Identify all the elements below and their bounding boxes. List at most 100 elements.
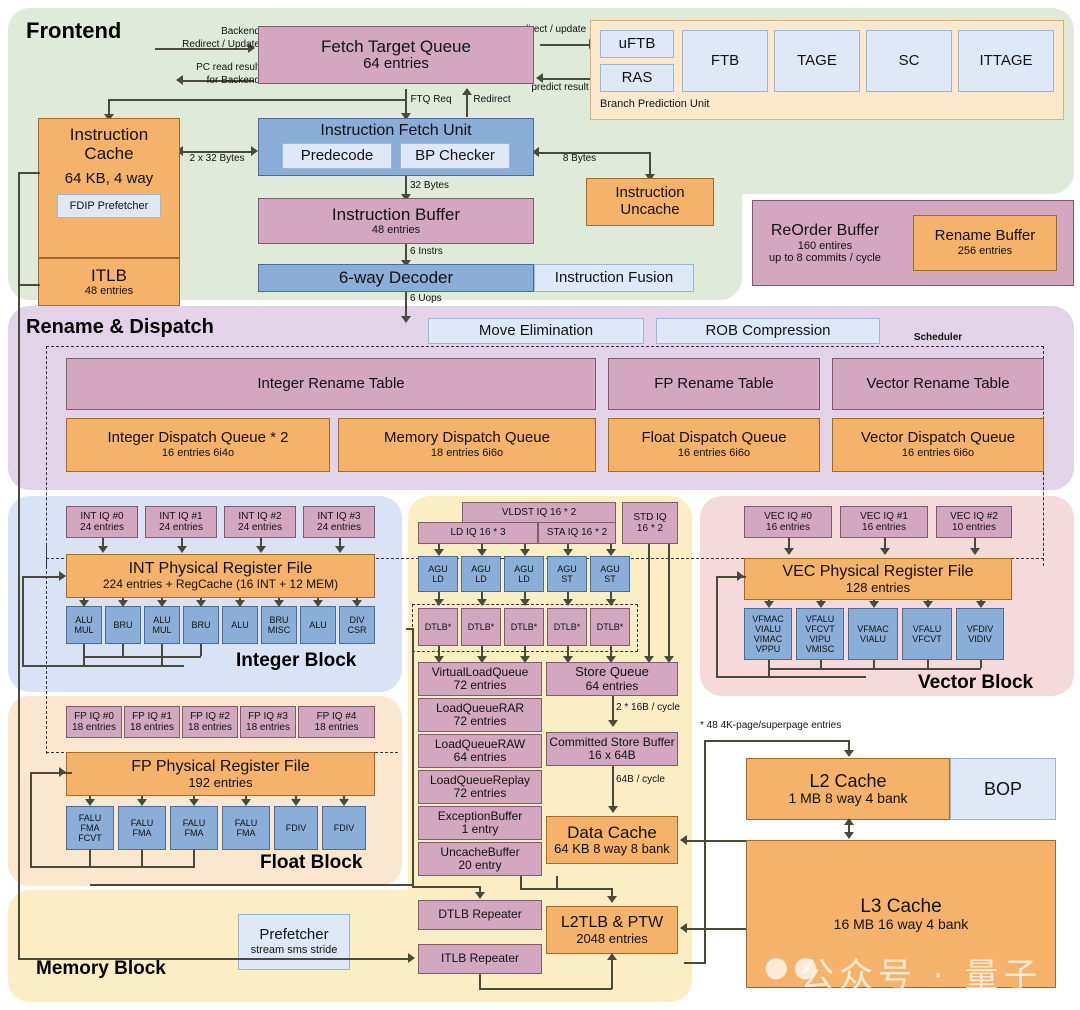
vec-iq-0-label: VEC IQ #0	[764, 510, 812, 522]
vec-exec-unit-4[interactable]: VFDIV VIDIV	[956, 608, 1004, 660]
int-exec-unit-4[interactable]: ALU	[222, 606, 258, 644]
uncache-buffer[interactable]: UncacheBuffer 20 entry	[418, 842, 542, 876]
dtlb-4[interactable]: DTLB*	[590, 608, 630, 646]
fp-exec-unit-2[interactable]: FALU FMA	[170, 806, 218, 850]
fp-iq-2[interactable]: FP IQ #2 18 entries	[182, 706, 238, 738]
fp-exec-unit-5[interactable]: FDIV	[322, 806, 366, 850]
dtlb-3[interactable]: DTLB*	[547, 608, 587, 646]
int-iq-0[interactable]: INT IQ #0 24 entries	[66, 506, 138, 538]
vec-physical-register-file[interactable]: VEC Physical Register File 128 entries	[744, 558, 1012, 600]
l2-cache[interactable]: L2 Cache 1 MB 8 way 4 bank	[746, 758, 950, 820]
committed-store-buffer[interactable]: Committed Store Buffer 16 x 64B	[546, 732, 678, 766]
l2tlb-ptw[interactable]: L2TLB & PTW 2048 entries	[546, 906, 678, 954]
fp-iq-0[interactable]: FP IQ #0 18 entries	[66, 706, 122, 738]
fp-rename-table[interactable]: FP Rename Table	[608, 358, 820, 410]
sta-iq[interactable]: STA IQ 16 * 2	[538, 522, 616, 544]
dtlb-1[interactable]: DTLB*	[461, 608, 501, 646]
vec-exec-unit-1[interactable]: VFALU VFCVT VIPU VMISC	[796, 608, 844, 660]
decoder[interactable]: 6-way Decoder	[258, 264, 534, 292]
bpu-sc[interactable]: SC	[866, 30, 952, 92]
fdip-prefetcher[interactable]: FDIP Prefetcher	[57, 193, 161, 218]
instruction-buffer[interactable]: Instruction Buffer 48 entries	[258, 198, 534, 244]
note-pc-read-result: PC read result for Backend	[196, 62, 260, 86]
itlb-repeater[interactable]: ITLB Repeater	[418, 944, 542, 974]
move-elimination[interactable]: Move Elimination	[428, 318, 644, 344]
vec-iq-0[interactable]: VEC IQ #0 16 entries	[744, 506, 832, 538]
std-iq-l2: 16 * 2	[636, 523, 664, 534]
agu-st-0[interactable]: AGU ST	[547, 556, 587, 592]
rename-buffer[interactable]: Rename Buffer 256 entries	[912, 215, 1057, 271]
integer-dispatch-queue[interactable]: Integer Dispatch Queue * 2 16 entries 6i…	[66, 418, 330, 472]
fdip-label: FDIP Prefetcher	[69, 199, 149, 212]
virtual-load-queue[interactable]: VirtualLoadQueue 72 entries	[418, 662, 542, 696]
vector-dispatch-queue[interactable]: Vector Dispatch Queue 16 entries 6i6o	[832, 418, 1044, 472]
bpu-tage[interactable]: TAGE	[774, 30, 860, 92]
store-queue[interactable]: Store Queue 64 entries	[546, 662, 678, 696]
int-exec-unit-1[interactable]: BRU	[105, 606, 141, 644]
data-cache[interactable]: Data Cache 64 KB 8 way 8 bank	[546, 816, 678, 864]
vector-rename-table[interactable]: Vector Rename Table	[832, 358, 1044, 410]
dtlb-4-label: DTLB*	[596, 621, 624, 632]
memory-dispatch-queue[interactable]: Memory Dispatch Queue 18 entries 6i6o	[338, 418, 596, 472]
int-physical-register-file[interactable]: INT Physical Register File 224 entries +…	[66, 554, 375, 598]
agu-ld-1[interactable]: AGU LD	[461, 556, 501, 592]
agu-ld-0[interactable]: AGU LD	[418, 556, 458, 592]
vldst-iq[interactable]: VLDST IQ 16 * 2	[462, 502, 616, 524]
itlb-repeater-label: ITLB Repeater	[440, 951, 520, 966]
fp-iq-3-sub: 18 entries	[246, 722, 290, 733]
agu-ld-2[interactable]: AGU LD	[504, 556, 544, 592]
ld-iq[interactable]: LD IQ 16 * 3	[418, 522, 538, 544]
int-iq-2[interactable]: INT IQ #2 24 entries	[224, 506, 296, 538]
rob-compression[interactable]: ROB Compression	[656, 318, 880, 344]
fp-iq-1[interactable]: FP IQ #1 18 entries	[124, 706, 180, 738]
bpu-ittage[interactable]: ITTAGE	[958, 30, 1054, 92]
bpu-uftb[interactable]: uFTB	[600, 30, 674, 58]
fetch-target-queue[interactable]: Fetch Target Queue 64 entries	[258, 26, 534, 84]
instruction-cache[interactable]: Instruction Cache 64 KB, 4 way FDIP Pref…	[38, 118, 180, 258]
fp-iq-3[interactable]: FP IQ #3 18 entries	[240, 706, 296, 738]
std-iq[interactable]: STD IQ 16 * 2	[622, 502, 678, 544]
load-queue-raw[interactable]: LoadQueueRAW 64 entries	[418, 734, 542, 768]
int-iq-0-sub: 24 entries	[80, 522, 124, 533]
fp-exec-unit-4[interactable]: FDIV	[274, 806, 318, 850]
int-exec-unit-2[interactable]: ALU MUL	[144, 606, 180, 644]
vec-iq-2[interactable]: VEC IQ #2 10 entries	[936, 506, 1012, 538]
fp-exec-unit-3[interactable]: FALU FMA	[222, 806, 270, 850]
int-exec-unit-3[interactable]: BRU	[183, 606, 219, 644]
dtlb-2[interactable]: DTLB*	[504, 608, 544, 646]
int-iq-1[interactable]: INT IQ #1 24 entries	[145, 506, 217, 538]
bop[interactable]: BOP	[950, 758, 1056, 820]
vec-exec-unit-2[interactable]: VFMAC VIALU	[848, 608, 898, 660]
fp-iq-4[interactable]: FP IQ #4 18 entries	[298, 706, 375, 738]
int-exec-unit-7[interactable]: DIV CSR	[339, 606, 375, 644]
bp-checker[interactable]: BP Checker	[400, 142, 510, 169]
itlb[interactable]: ITLB 48 entries	[38, 258, 180, 306]
bpu-ras[interactable]: RAS	[600, 64, 674, 92]
fp-physical-register-file[interactable]: FP Physical Register File 192 entries	[66, 752, 375, 796]
vec-iq-1[interactable]: VEC IQ #1 16 entries	[840, 506, 928, 538]
bpu-ftb[interactable]: FTB	[682, 30, 768, 92]
fp-exec-unit-1[interactable]: FALU FMA	[118, 806, 166, 850]
int-exec-unit-6[interactable]: ALU	[300, 606, 336, 644]
predecode[interactable]: Predecode	[282, 142, 392, 169]
bop-label: BOP	[983, 778, 1022, 799]
fp-exec-unit-0[interactable]: FALU FMA FCVT	[66, 806, 114, 850]
agu-st-1[interactable]: AGU ST	[590, 556, 630, 592]
prefetcher[interactable]: Prefetcher stream sms stride	[238, 914, 350, 970]
dtlb-0[interactable]: DTLB*	[418, 608, 458, 646]
int-exec-unit-0[interactable]: ALU MUL	[66, 606, 102, 644]
instruction-fetch-unit[interactable]: Instruction Fetch Unit Predecode BP Chec…	[258, 118, 534, 176]
vec-exec-unit-3[interactable]: VFALU VFCVT	[902, 608, 952, 660]
reorder-buffer[interactable]: ReOrder Buffer 160 entires up to 8 commi…	[752, 200, 1074, 286]
integer-rename-table[interactable]: Integer Rename Table	[66, 358, 596, 410]
instruction-uncache[interactable]: Instruction Uncache	[586, 178, 714, 226]
vec-exec-unit-0[interactable]: VFMAC VIALU VIMAC VPPU	[744, 608, 792, 660]
int-exec-unit-5[interactable]: BRU MISC	[261, 606, 297, 644]
dtlb-repeater[interactable]: DTLB Repeater	[418, 900, 542, 930]
load-queue-rar[interactable]: LoadQueueRAR 72 entries	[418, 698, 542, 732]
float-dispatch-queue[interactable]: Float Dispatch Queue 16 entries 6i6o	[608, 418, 820, 472]
exception-buffer[interactable]: ExceptionBuffer 1 entry	[418, 806, 542, 840]
load-queue-replay[interactable]: LoadQueueReplay 72 entries	[418, 770, 542, 804]
instruction-fusion[interactable]: Instruction Fusion	[534, 264, 694, 292]
int-iq-3[interactable]: INT IQ #3 24 entries	[303, 506, 375, 538]
